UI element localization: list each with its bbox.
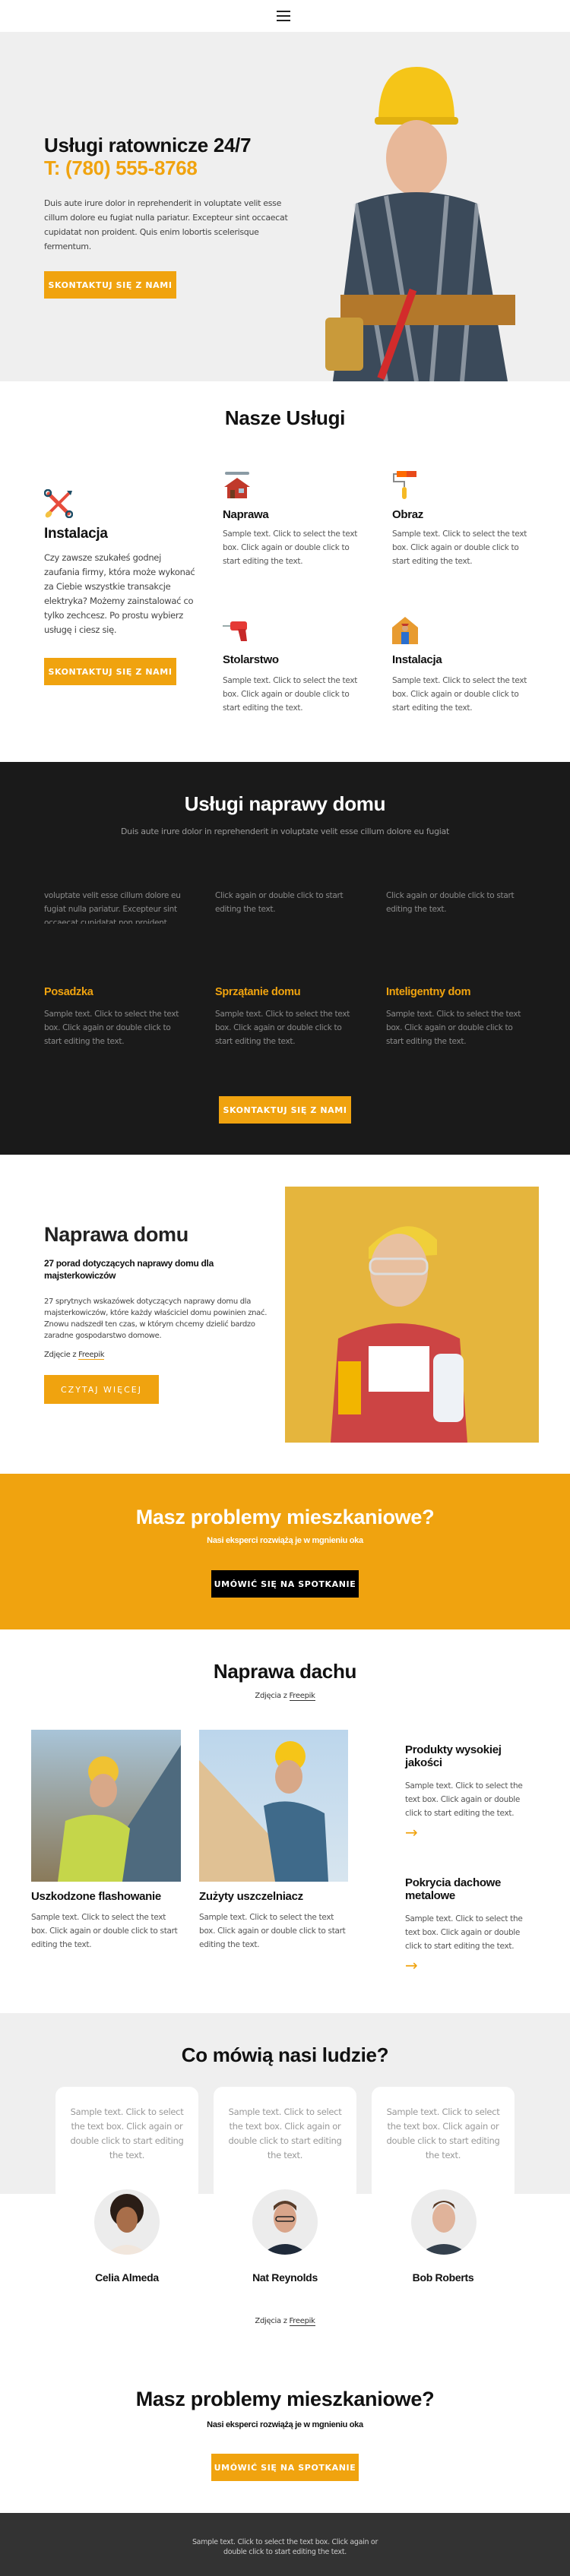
cta-subheading: Nasi eksperci rozwiążą je w mgnieniu oka (207, 1536, 363, 1545)
drill-icon (223, 621, 252, 641)
service-text: Sample text. Click to select the text bo… (223, 529, 358, 566)
hero-phone[interactable]: T: (780) 555-8768 (44, 156, 198, 180)
worker-with-hard-hat-photo (310, 67, 540, 381)
home-repair-item-text: Sample text. Click to select the text bo… (215, 1010, 350, 1046)
testimonial-name: Nat Reynolds (252, 2271, 318, 2284)
article-credit: Zdjęcie z Freepik (44, 1348, 105, 1362)
roof-credit: Zdjęcia z Freepik (0, 1689, 570, 1703)
credit-prefix: Zdjęcia z (255, 1692, 290, 1700)
roof-card-title: Zużyty uszczelniacz (199, 1890, 303, 1903)
home-repair-contact-button[interactable]: SKONTAKTUJ SIĘ Z NAMI (219, 1096, 351, 1124)
article-subheading: 27 porad dotyczących naprawy domu dla ma… (44, 1258, 214, 1281)
credit-prefix: Zdjęcia z (255, 2317, 290, 2325)
roof-feature-title: Produkty wysokiej jakości (405, 1743, 502, 1769)
tools-icon (43, 488, 74, 519)
credit-prefix: Zdjęcie z (44, 1351, 79, 1359)
testimonial-card: Sample text. Click to select the text bo… (55, 2087, 198, 2201)
article-text: 27 sprytnych wskazówek dotyczących napra… (44, 1297, 268, 1340)
avatar (252, 2189, 318, 2255)
hamburger-menu-icon[interactable] (277, 11, 290, 21)
cta2-subheading: Nasi eksperci rozwiążą je w mgnieniu oka (207, 2420, 363, 2429)
cta2-heading: Masz problemy mieszkaniowe? (135, 2388, 435, 2410)
testimonial-name: Celia Almeda (95, 2271, 159, 2284)
house-worker-icon (392, 617, 418, 644)
service-text: Sample text. Click to select the text bo… (223, 676, 358, 713)
freepik-link[interactable]: Freepik (289, 2317, 315, 2326)
roof-feature-text: Sample text. Click to select the text bo… (405, 1781, 523, 1818)
service-title: Naprawa (223, 508, 269, 521)
cta-heading: Masz problemy mieszkaniowe? (135, 1506, 435, 1528)
arrow-right-icon[interactable]: → (405, 1823, 418, 1841)
clipped-text: Click again or double click to start edi… (386, 891, 515, 914)
clipped-text: voluptate velit esse cillum dolore eu fu… (44, 891, 181, 924)
header (0, 0, 570, 32)
woman-with-drill-photo (285, 1187, 539, 1443)
home-repair-item-text: Sample text. Click to select the text bo… (44, 1010, 179, 1046)
testimonial-name: Bob Roberts (412, 2271, 474, 2284)
roof-card-text: Sample text. Click to select the text bo… (199, 1913, 346, 1949)
freepik-link[interactable]: Freepik (78, 1351, 105, 1360)
avatar (94, 2189, 160, 2255)
roof-feature-text: Sample text. Click to select the text bo… (405, 1914, 523, 1951)
paint-roller-icon (392, 470, 421, 499)
testimonial-card: Sample text. Click to select the text bo… (214, 2087, 356, 2201)
service-title: Stolarstwo (223, 653, 279, 666)
read-more-button[interactable]: CZYTAJ WIĘCEJ (44, 1375, 159, 1404)
testimonials-credit: Zdjęcia z Freepik (0, 2315, 570, 2328)
roofer-with-drill-photo (31, 1730, 181, 1882)
freepik-link[interactable]: Freepik (289, 1692, 315, 1701)
footer-text: Sample text. Click to select the text bo… (192, 2538, 378, 2556)
service-title: Obraz (392, 508, 424, 521)
appointment-button-2[interactable]: UMÓWIĆ SIĘ NA SPOTKANIE (211, 2454, 359, 2481)
roof-card-text: Sample text. Click to select the text bo… (31, 1913, 178, 1949)
arrow-right-icon[interactable]: → (405, 1956, 418, 1974)
clipped-text: Click again or double click to start edi… (215, 891, 344, 914)
appointment-button[interactable]: UMÓWIĆ SIĘ NA SPOTKANIE (211, 1570, 359, 1598)
home-repair-item-title: Posadzka (44, 986, 93, 998)
service-title: Instalacja (392, 653, 442, 666)
roof-feature-title: Pokrycia dachowe metalowe (405, 1876, 502, 1902)
featured-service-title: Instalacja (44, 526, 108, 542)
testimonial-text: Sample text. Click to select the text bo… (228, 2107, 342, 2160)
testimonials-heading: Co mówią nasi ludzie? (181, 2043, 389, 2066)
avatar (411, 2189, 477, 2255)
featured-service-text: Czy zawsze szukałeś godnej zaufania firm… (44, 552, 195, 635)
article-heading: Naprawa domu (44, 1223, 188, 1246)
services-heading: Nasze Usługi (224, 406, 346, 429)
footer: Sample text. Click to select the text bo… (0, 2513, 570, 2576)
home-repair-item-title: Sprzątanie domu (215, 986, 301, 998)
home-repair-item-title: Inteligentny dom (386, 986, 471, 998)
hero-title: Usługi ratownicze 24/7 (44, 134, 252, 156)
hero-contact-button[interactable]: SKONTAKTUJ SIĘ Z NAMI (44, 271, 176, 299)
home-repair-heading: Usługi naprawy domu (184, 792, 386, 815)
hero-text: Duis aute irure dolor in reprehenderit i… (44, 198, 288, 251)
roof-heading: Naprawa dachu (213, 1660, 357, 1683)
services-contact-button[interactable]: SKONTAKTUJ SIĘ Z NAMI (44, 658, 176, 685)
testimonial-text: Sample text. Click to select the text bo… (70, 2107, 184, 2160)
service-text: Sample text. Click to select the text bo… (392, 676, 527, 713)
testimonial-card: Sample text. Click to select the text bo… (372, 2087, 515, 2201)
house-repair-icon (223, 470, 252, 499)
cta-section (0, 1474, 570, 1629)
roof-card-title: Uszkodzone flashowanie (31, 1890, 161, 1903)
home-repair-subheading: Duis aute irure dolor in reprehenderit i… (121, 827, 449, 836)
home-repair-item-text: Sample text. Click to select the text bo… (386, 1010, 521, 1046)
service-text: Sample text. Click to select the text bo… (392, 529, 527, 566)
roofer-with-hammer-photo (199, 1730, 348, 1882)
testimonial-text: Sample text. Click to select the text bo… (386, 2107, 500, 2160)
